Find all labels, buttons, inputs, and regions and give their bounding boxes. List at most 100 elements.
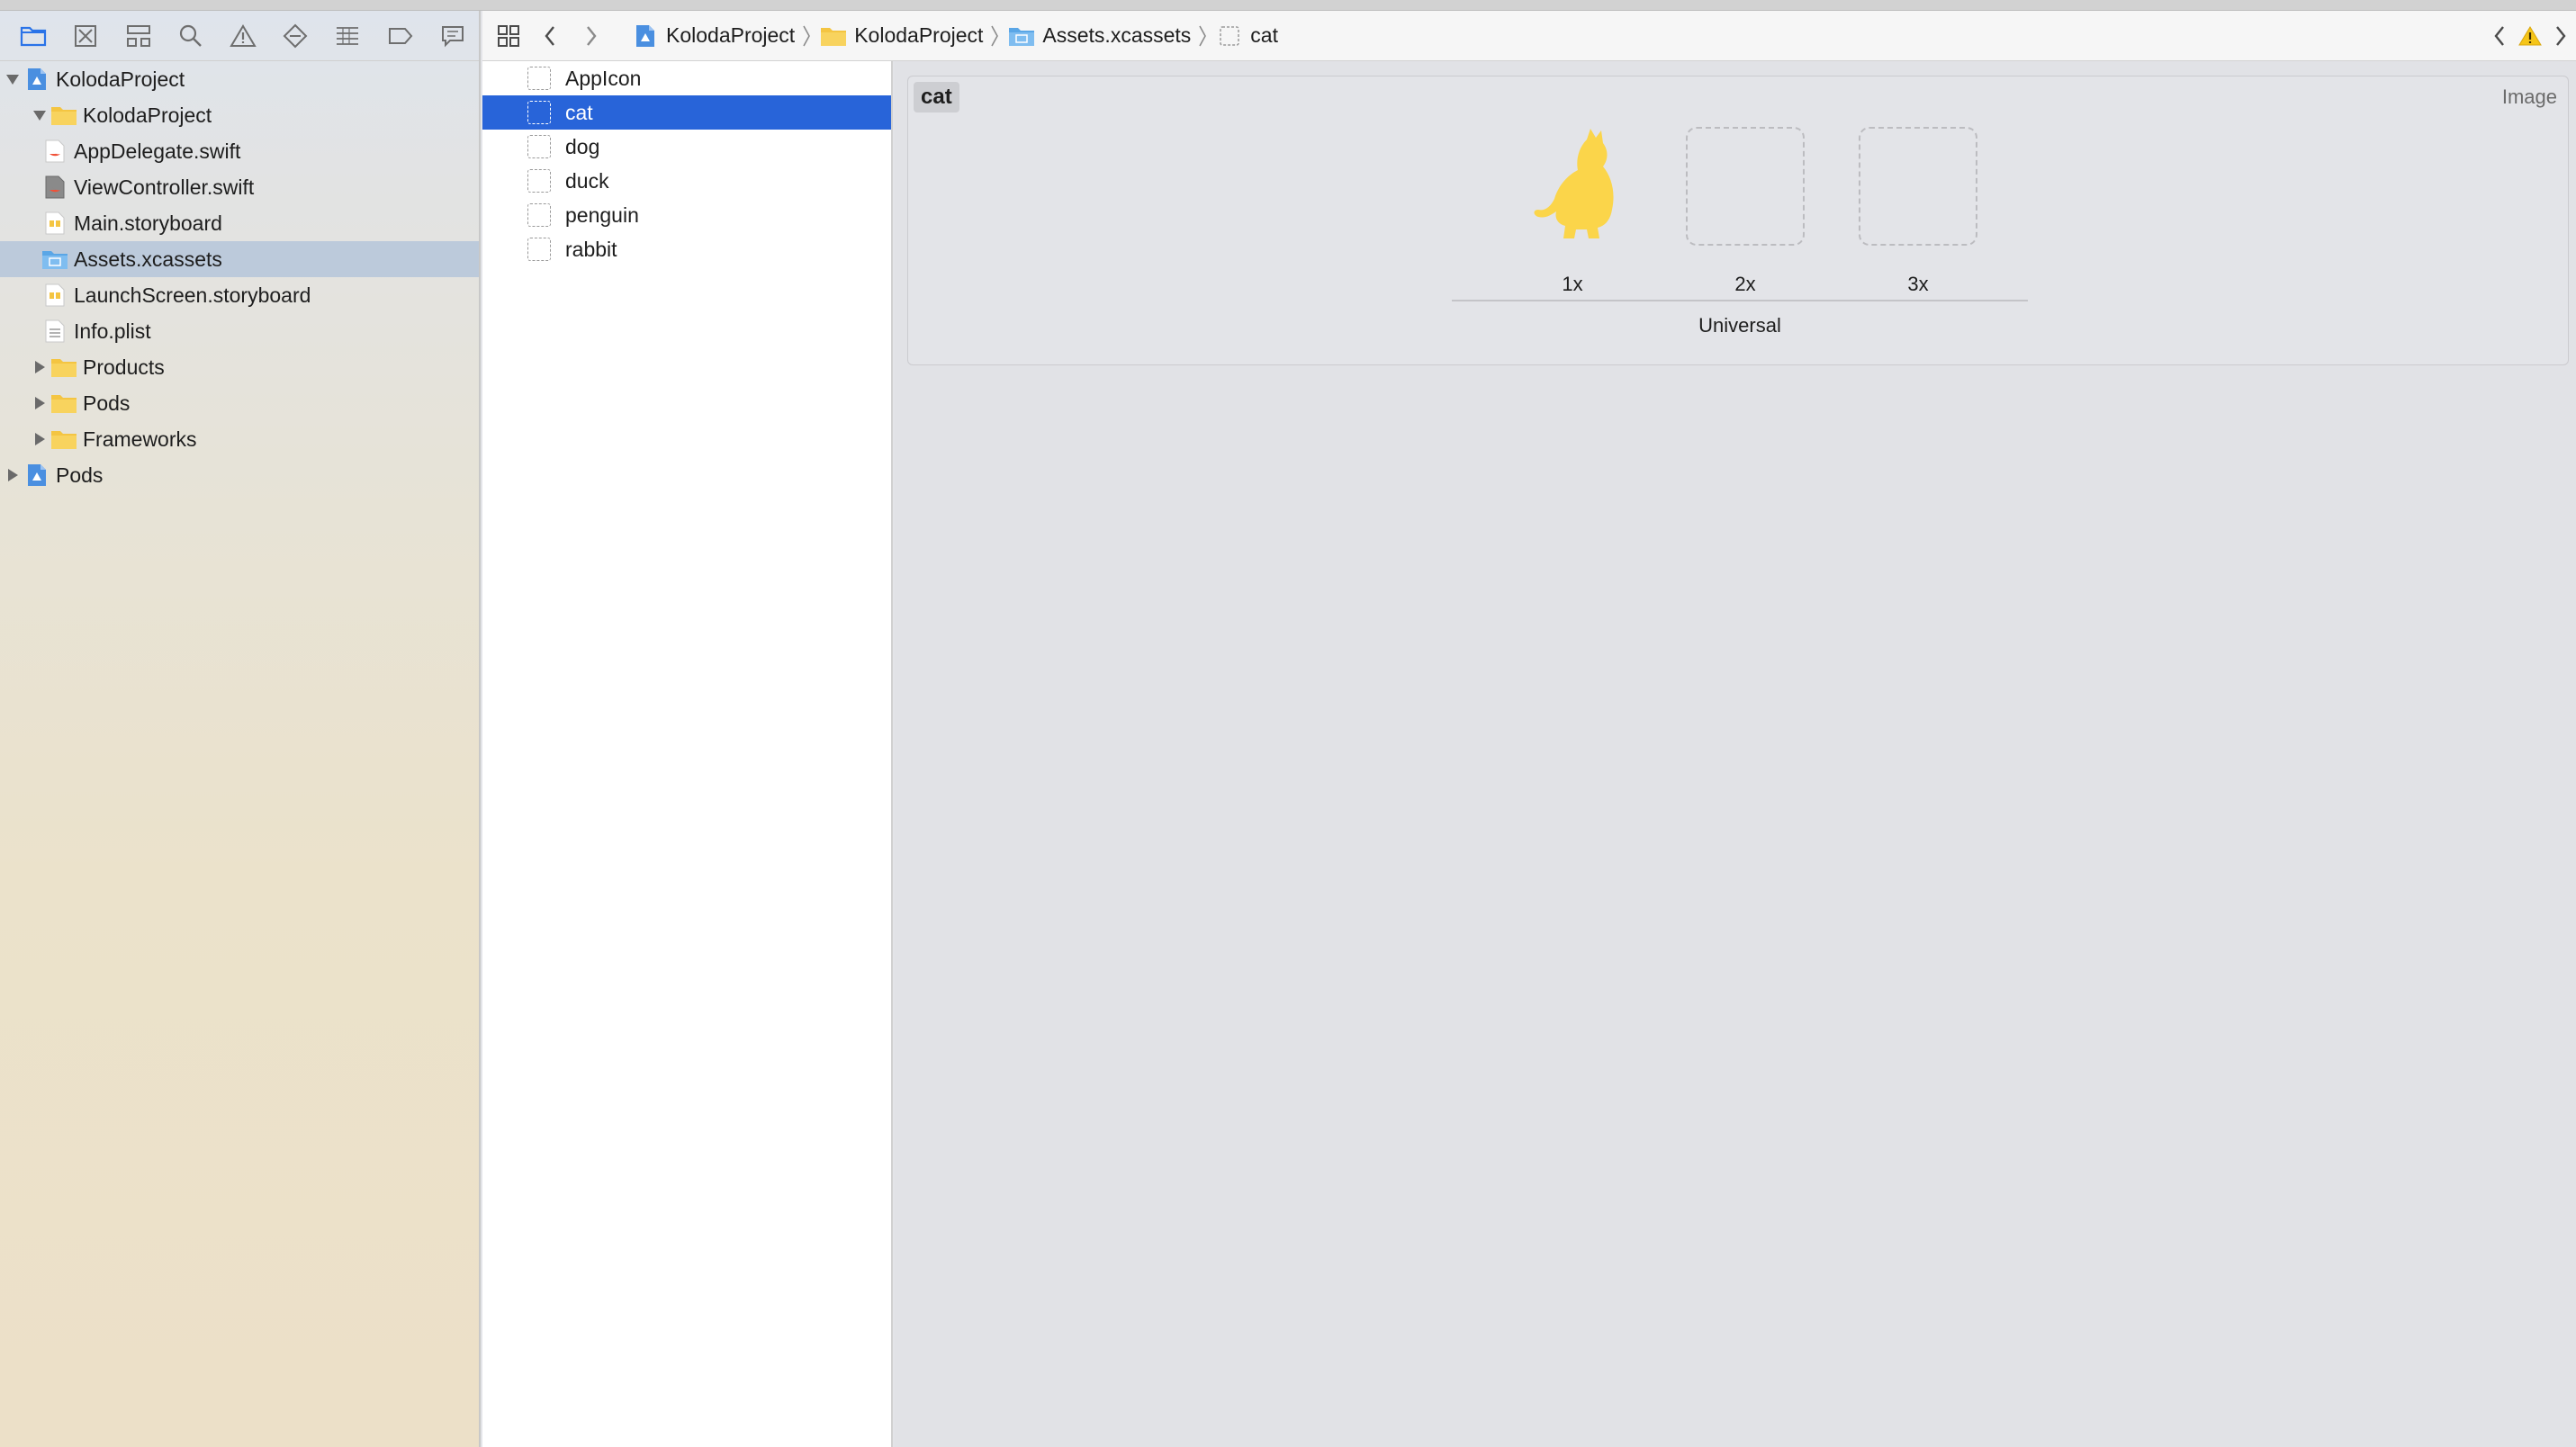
image-set-icon <box>527 203 551 227</box>
file-tree-label: KolodaProject <box>83 103 212 127</box>
slot-label-2x: 2x <box>1734 273 1756 295</box>
folder-icon <box>50 354 77 381</box>
file-tree-row[interactable]: Pods <box>0 457 479 493</box>
image-set-icon <box>527 169 551 193</box>
file-tree-row[interactable]: Products <box>0 349 479 385</box>
asset-list-label: cat <box>565 100 593 124</box>
file-tree-label: Assets.xcassets <box>74 247 222 271</box>
file-tree-label: Main.storyboard <box>74 211 222 235</box>
breadcrumb-label: Assets.xcassets <box>1042 23 1192 47</box>
asset-type-label: Image <box>2501 85 2557 108</box>
breadcrumb-item[interactable]: cat <box>1216 22 1278 49</box>
folder-icon <box>50 390 77 417</box>
related-items-grid-icon[interactable] <box>488 11 529 61</box>
asset-list-item[interactable]: AppIcon <box>482 61 891 95</box>
asset-list-item[interactable]: duck <box>482 164 891 198</box>
disclosure-expanded-icon[interactable] <box>2 68 23 90</box>
symbol-hierarchy-icon[interactable] <box>112 11 164 61</box>
file-tree-row[interactable]: Assets.xcassets <box>0 241 479 277</box>
file-tree-label: Frameworks <box>83 427 197 451</box>
asset-name-label[interactable]: cat <box>914 82 959 112</box>
breadcrumb-item[interactable]: KolodaProject <box>820 22 1008 49</box>
asset-catalog-icon <box>41 246 68 273</box>
image-set-card: cat Image 1x 2x 3x Universal <box>907 76 2569 365</box>
storyboard-file-icon <box>41 282 68 309</box>
project-icon <box>23 462 50 489</box>
folder-icon[interactable] <box>7 11 59 61</box>
file-tree-label: Products <box>83 355 165 379</box>
asset-list-label: penguin <box>565 202 639 227</box>
breadcrumb-item[interactable]: KolodaProject <box>632 22 820 49</box>
project-icon <box>632 22 659 49</box>
project-icon <box>23 66 50 93</box>
breadcrumb-label: KolodaProject <box>854 23 984 47</box>
warning-triangle-icon[interactable] <box>217 11 269 61</box>
file-tree-row[interactable]: Pods <box>0 385 479 421</box>
file-tree-row[interactable]: AppDelegate.swift <box>0 133 479 169</box>
window-top-strip <box>0 0 2576 11</box>
search-icon[interactable] <box>165 11 217 61</box>
file-tree: KolodaProject KolodaProject AppDelegate.sw… <box>0 61 479 493</box>
disclosure-collapsed-icon[interactable] <box>29 392 50 414</box>
swift-file-icon <box>41 174 68 201</box>
asset-editor: cat Image 1x 2x 3x Universal <box>895 61 2576 1447</box>
debug-list-icon[interactable] <box>321 11 374 61</box>
cat-silhouette-icon <box>1534 129 1614 238</box>
file-tree-label: AppDelegate.swift <box>74 139 241 163</box>
breadcrumb-separator-icon <box>1198 24 1207 48</box>
folder-icon <box>50 426 77 453</box>
warning-icon[interactable] <box>2515 11 2545 61</box>
breadcrumb-separator-icon <box>990 24 999 48</box>
folder-icon <box>50 102 77 129</box>
breadcrumb-separator-icon <box>802 24 811 48</box>
slot-label-3x: 3x <box>1907 273 1929 295</box>
image-set-icon <box>527 67 551 90</box>
breadcrumb: KolodaProject KolodaProject Assets.xcasset… <box>632 22 1278 49</box>
asset-catalog-list: AppIcon cat dog duck penguin rabbit <box>482 61 893 1447</box>
slot-1x-image[interactable] <box>1522 127 1641 246</box>
report-bubble-icon[interactable] <box>427 11 479 61</box>
previous-issue-chevron-icon[interactable] <box>2484 11 2515 61</box>
forward-chevron-icon[interactable] <box>571 11 612 61</box>
file-tree-row[interactable]: ViewController.swift <box>0 169 479 205</box>
breadcrumb-label: KolodaProject <box>666 23 796 47</box>
image-set-icon <box>527 238 551 261</box>
file-tree-label: Info.plist <box>74 319 151 343</box>
breadcrumb-label: cat <box>1250 23 1278 47</box>
file-tree-row[interactable]: Main.storyboard <box>0 205 479 241</box>
test-diamond-icon[interactable] <box>269 11 321 61</box>
file-tree-row[interactable]: Info.plist <box>0 313 479 349</box>
file-tree-label: LaunchScreen.storyboard <box>74 283 311 307</box>
asset-list-item[interactable]: rabbit <box>482 232 891 266</box>
asset-list-item[interactable]: cat <box>482 95 891 130</box>
asset-list-item[interactable]: dog <box>482 130 891 164</box>
file-tree-row[interactable]: Frameworks <box>0 421 479 457</box>
disclosure-collapsed-icon[interactable] <box>29 356 50 378</box>
image-set-icon <box>527 135 551 158</box>
file-tree-row[interactable]: KolodaProject <box>0 97 479 133</box>
disclosure-collapsed-icon[interactable] <box>29 428 50 450</box>
slot-group-divider <box>1452 300 2028 301</box>
disclosure-collapsed-icon[interactable] <box>2 464 23 486</box>
back-chevron-icon[interactable] <box>529 11 571 61</box>
next-issue-chevron-icon[interactable] <box>2545 11 2576 61</box>
jump-bar: KolodaProject KolodaProject Assets.xcasset… <box>482 11 2576 61</box>
asset-list-label: AppIcon <box>565 66 642 90</box>
source-control-icon[interactable] <box>59 11 112 61</box>
navigator-toolbar <box>0 11 479 61</box>
breadcrumb-item[interactable]: Assets.xcassets <box>1008 22 1216 49</box>
breakpoint-tag-icon[interactable] <box>374 11 427 61</box>
asset-list-label: rabbit <box>565 237 617 261</box>
storyboard-file-icon <box>41 210 68 237</box>
file-tree-row[interactable]: LaunchScreen.storyboard <box>0 277 479 313</box>
slot-2x-drop-area[interactable] <box>1686 127 1805 246</box>
file-tree-row[interactable]: KolodaProject <box>0 61 479 97</box>
image-set-icon <box>1216 22 1243 49</box>
slot-3x-drop-area[interactable] <box>1859 127 1977 246</box>
asset-list-label: duck <box>565 168 609 193</box>
disclosure-expanded-icon[interactable] <box>29 104 50 126</box>
folder-icon <box>820 22 847 49</box>
swift-file-icon <box>41 138 68 165</box>
asset-catalog-icon <box>1008 22 1035 49</box>
asset-list-item[interactable]: penguin <box>482 198 891 232</box>
